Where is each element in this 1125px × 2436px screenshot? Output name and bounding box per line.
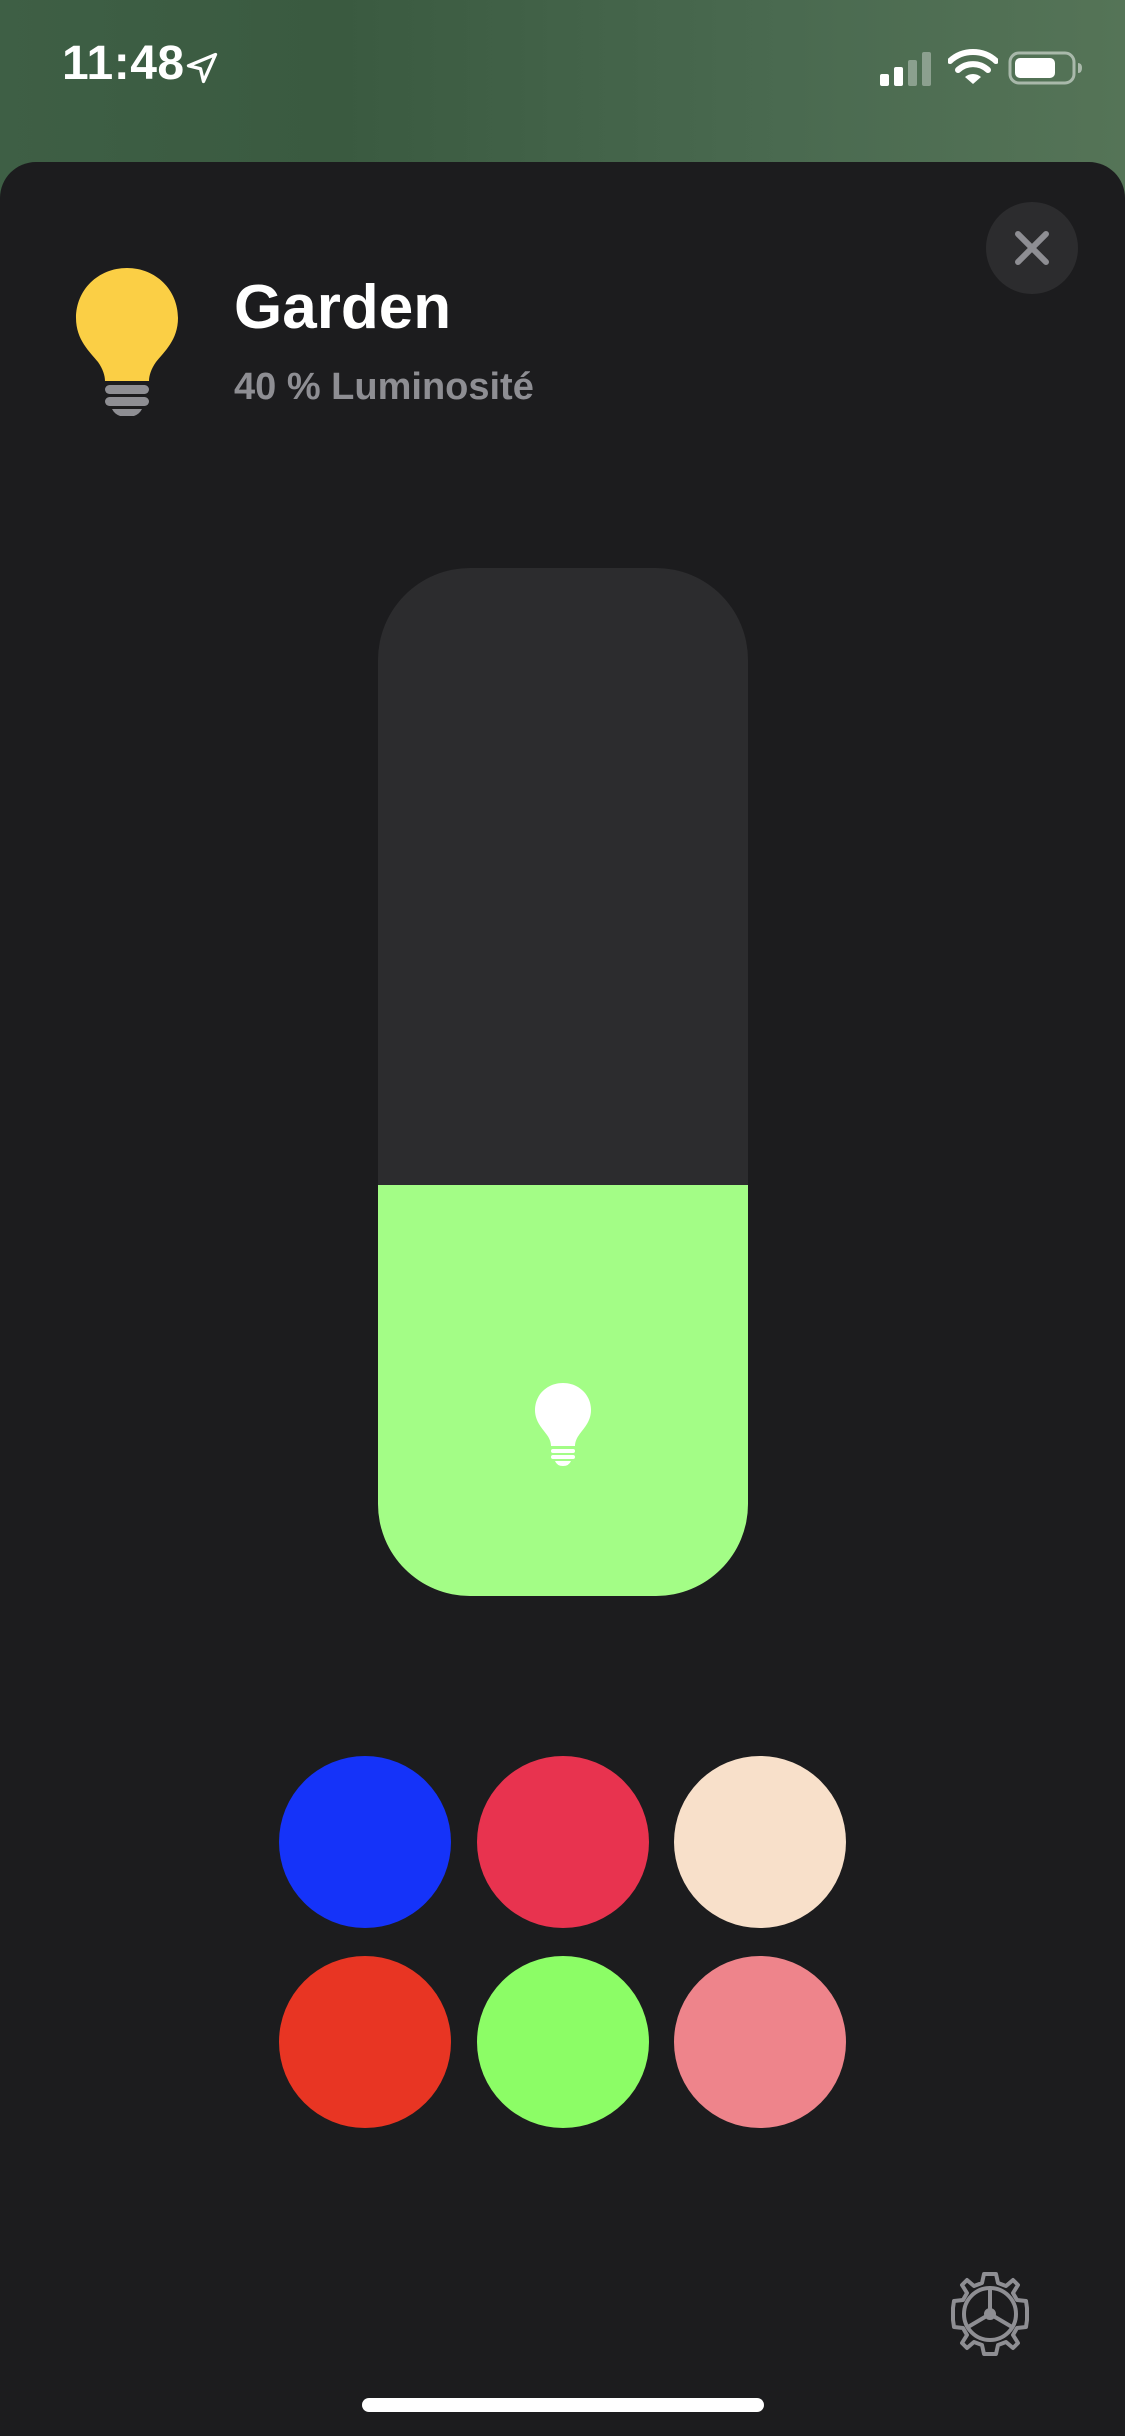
color-swatch[interactable]: [476, 1956, 649, 2128]
status-bar: 11:48: [0, 0, 1125, 150]
wifi-icon: [948, 49, 998, 84]
gear-icon[interactable]: [946, 2270, 1034, 2358]
color-swatch[interactable]: [476, 1756, 649, 1928]
location-arrow-icon: [186, 52, 218, 84]
color-swatch[interactable]: [279, 1756, 451, 1928]
accessory-detail-sheet: Garden 40 % Luminosité: [0, 162, 1125, 2436]
lightbulb-icon: [76, 268, 178, 416]
accessory-name: Garden: [234, 273, 452, 342]
home-indicator[interactable]: [362, 2398, 764, 2412]
status-time: 11:48: [62, 37, 185, 90]
color-presets: [279, 1756, 846, 2132]
color-swatch[interactable]: [674, 1956, 846, 2128]
close-button[interactable]: [986, 202, 1078, 294]
accessory-status: 40 % Luminosité: [234, 366, 534, 408]
bulb-glass: [76, 268, 178, 381]
lightbulb-icon: [535, 1383, 591, 1466]
close-icon: [1015, 231, 1049, 265]
color-swatch[interactable]: [279, 1956, 451, 2128]
battery-icon: [1008, 51, 1082, 85]
color-swatch[interactable]: [674, 1756, 846, 1928]
cellular-signal-icon: [880, 52, 931, 86]
brightness-slider[interactable]: [378, 568, 748, 1596]
